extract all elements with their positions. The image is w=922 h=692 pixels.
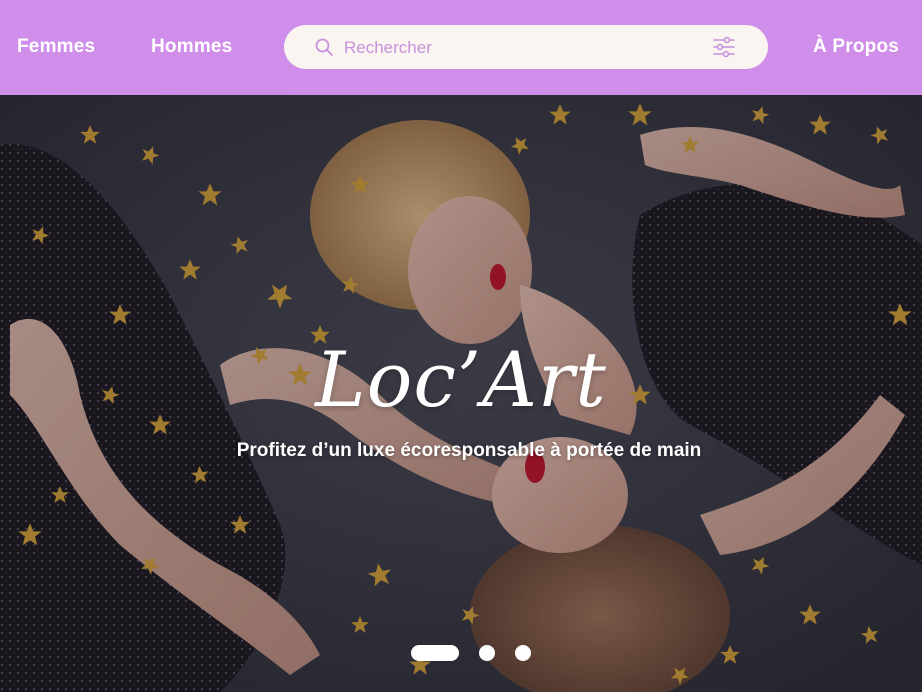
- carousel-dot-3[interactable]: [515, 645, 531, 661]
- carousel-dot-2[interactable]: [479, 645, 495, 661]
- nav-link-femmes[interactable]: Femmes: [17, 36, 95, 58]
- search-icon[interactable]: [314, 37, 334, 57]
- sliders-icon[interactable]: [712, 36, 736, 58]
- nav-link-a-propos[interactable]: À Propos: [813, 36, 899, 58]
- hero-banner: Loc’Art Profitez d’un luxe écoresponsabl…: [0, 95, 922, 692]
- hero-tagline: Profitez d’un luxe écoresponsable à port…: [236, 440, 702, 461]
- search-input[interactable]: [342, 33, 706, 63]
- search-bar[interactable]: [284, 25, 768, 69]
- top-navigation-bar: Femmes Hommes À Propos: [0, 0, 922, 95]
- brand-title: Loc’Art: [315, 335, 607, 424]
- carousel-dot-1[interactable]: [411, 645, 459, 661]
- nav-link-hommes[interactable]: Hommes: [151, 36, 232, 58]
